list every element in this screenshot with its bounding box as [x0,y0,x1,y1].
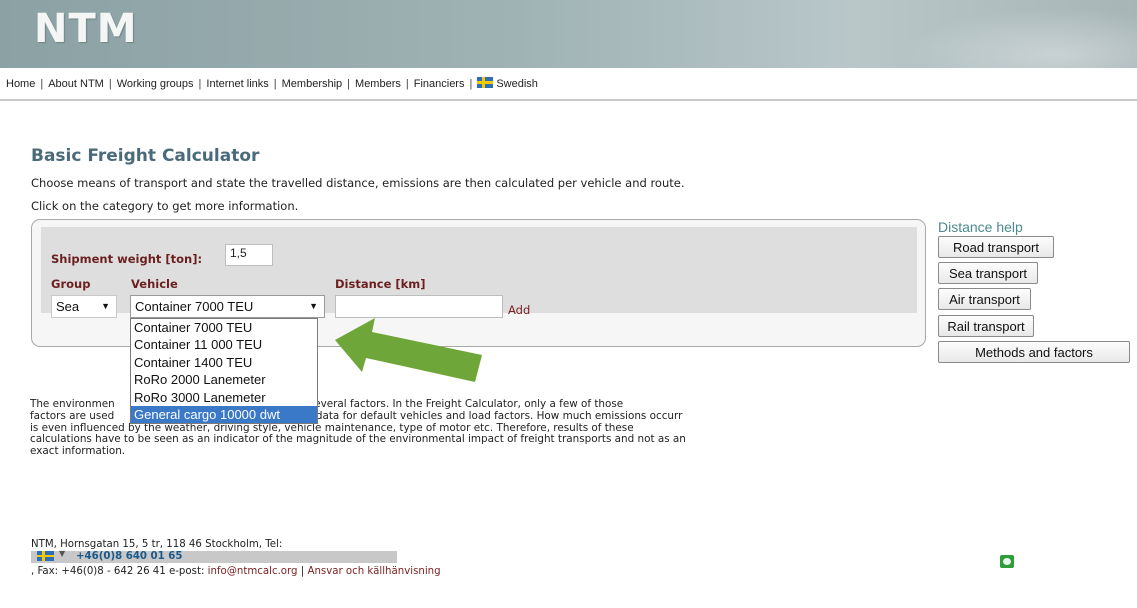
nav-home[interactable]: Home [6,78,35,90]
vehicle-option[interactable]: RoRo 2000 Lanemeter [131,371,317,388]
vehicle-option[interactable]: Container 11 000 TEU [131,336,317,353]
rail-transport-button[interactable]: Rail transport [938,315,1034,337]
nav-about-ntm[interactable]: About NTM [48,78,104,90]
nav-membership[interactable]: Membership [282,78,343,90]
group-select[interactable]: Sea ▼ [51,295,117,318]
nav-members[interactable]: Members [355,78,401,90]
vehicle-select[interactable]: Container 7000 TEU ▼ [130,295,325,318]
vehicle-option[interactable]: Container 1400 TEU [131,354,317,371]
weight-label: Shipment weight [ton]: [51,252,203,266]
vehicle-option[interactable]: Container 7000 TEU [131,319,317,336]
vehicle-label: Vehicle [131,277,178,291]
intro-hint: Click on the category to get more inform… [31,199,299,213]
header-divider [0,99,1137,101]
page-title: Basic Freight Calculator [31,146,260,166]
green-arrow-icon [335,318,482,382]
nav-swedish[interactable]: Swedish [496,78,538,90]
road-transport-button[interactable]: Road transport [938,236,1054,258]
vehicle-select-value: Container 7000 TEU [135,299,254,314]
sea-transport-button[interactable]: Sea transport [938,262,1038,284]
nav-separator: | [198,78,202,90]
weight-input[interactable]: 1,5 [225,244,273,266]
distance-label: Distance [km] [335,277,426,291]
nav-financiers[interactable]: Financiers [414,78,465,90]
nav-separator: | [405,78,409,90]
footer-address: NTM, Hornsgatan 15, 5 tr, 118 46 Stockho… [31,539,283,550]
chevron-down-icon: ▼ [101,301,110,311]
footer-fax: , Fax: +46(0)8 - 642 26 41 e-post: [31,566,205,577]
distance-help-title: Distance help [938,219,1023,235]
nav-working-groups[interactable]: Working groups [117,78,194,90]
ntm-logo[interactable]: NTM [34,6,138,52]
nav-separator: | [40,78,44,90]
top-navigation: Home | About NTM | Working groups | Internet l… [6,77,538,90]
description-line: calculations have to be seen as an indic… [30,433,686,446]
site-header: NTM [0,0,1137,68]
swedish-flag-icon[interactable] [37,551,54,561]
nav-internet-links[interactable]: Internet links [206,78,268,90]
footer-separator: | [300,566,305,577]
vehicle-option-highlighted[interactable]: General cargo 10000 dwt [131,405,317,424]
chevron-down-icon[interactable]: ▼ [59,549,65,558]
footer-phone[interactable]: +46(0)8 640 01 65 [76,551,182,563]
group-label: Group [51,277,91,291]
chevron-down-icon: ▼ [309,301,318,311]
methods-and-factors-button[interactable]: Methods and factors [938,341,1130,363]
nav-separator: | [273,78,277,90]
nav-separator: | [469,78,473,90]
description-line: factors are used [30,409,115,422]
footer-email-link[interactable]: info@ntmcalc.org [208,566,298,577]
air-transport-button[interactable]: Air transport [938,288,1031,310]
vehicle-dropdown-list[interactable]: Container 7000 TEU Container 11 000 TEU … [130,318,318,424]
footer-sources-link[interactable]: Ansvar och källhänvisning [307,566,440,577]
add-button[interactable]: Add [508,303,530,317]
arrow-shape [335,318,482,382]
group-select-value: Sea [56,299,80,314]
description-line: scientifc data for default vehicles and … [269,409,683,422]
description-line: The environmen [30,398,115,410]
swedish-flag-icon[interactable] [477,77,494,88]
header-decoration [877,0,1137,68]
nav-separator: | [108,78,112,90]
description-line: exact information. [30,445,126,458]
vehicle-option[interactable]: RoRo 3000 Lanemeter [131,389,317,406]
footer-contact: , Fax: +46(0)8 - 642 26 41 e-post: info@… [31,566,441,577]
intro-text: Choose means of transport and state the … [31,176,685,190]
nav-separator: | [347,78,351,90]
skype-icon[interactable] [1000,555,1014,568]
